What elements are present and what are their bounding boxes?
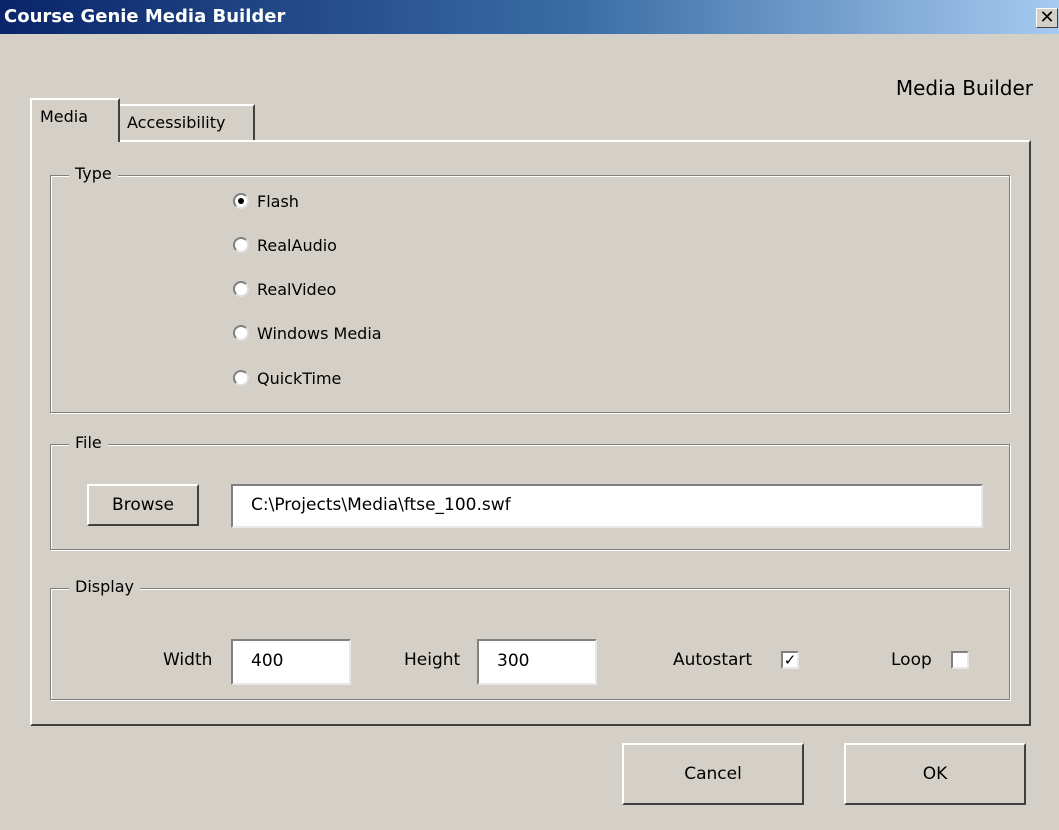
height-value: 300 xyxy=(497,651,530,671)
browse-button[interactable]: Browse xyxy=(87,484,199,526)
cancel-button-label: Cancel xyxy=(684,764,742,784)
radio-button-icon xyxy=(233,281,249,297)
radio-button-icon xyxy=(233,325,249,341)
autostart-label: Autostart xyxy=(673,650,753,670)
close-button[interactable]: ✕ xyxy=(1036,8,1058,28)
width-label: Width xyxy=(163,650,213,670)
autostart-checkbox[interactable]: ✓ xyxy=(781,651,799,669)
type-group-legend: Type xyxy=(69,164,118,183)
ok-button[interactable]: OK xyxy=(844,743,1026,805)
file-group: File Browse C:\Projects\Media\ftse_100.s… xyxy=(50,433,1010,550)
tab-media-label: Media xyxy=(40,107,89,126)
file-path-value: C:\Projects\Media\ftse_100.swf xyxy=(251,495,511,515)
radio-flash-label: Flash xyxy=(257,191,299,211)
radio-button-icon xyxy=(233,193,249,209)
radio-realaudio[interactable]: RealAudio xyxy=(233,233,337,257)
radio-windows-media[interactable]: Windows Media xyxy=(233,321,382,345)
display-group-legend: Display xyxy=(69,577,140,596)
radio-quicktime-label: QuickTime xyxy=(257,368,342,388)
radio-button-icon xyxy=(233,370,249,386)
width-input[interactable]: 400 xyxy=(231,639,351,685)
browse-button-label: Browse xyxy=(112,495,174,515)
title-bar[interactable]: Course Genie Media Builder ✕ xyxy=(0,0,1059,34)
tab-accessibility[interactable]: Accessibility xyxy=(117,104,255,142)
loop-checkbox[interactable] xyxy=(951,651,969,669)
height-label: Height xyxy=(404,650,461,670)
radio-realaudio-label: RealAudio xyxy=(257,235,337,255)
type-group: Type Flash RealAudio RealVideo Windows M… xyxy=(50,164,1010,413)
width-value: 400 xyxy=(251,651,284,671)
media-panel: Type Flash RealAudio RealVideo Windows M… xyxy=(30,140,1031,726)
display-group: Display Width 400 Height 300 Autostart ✓… xyxy=(50,577,1010,700)
check-mark-icon: ✓ xyxy=(783,651,797,669)
radio-realvideo-label: RealVideo xyxy=(257,279,337,299)
tab-media[interactable]: Media xyxy=(30,98,120,142)
radio-realvideo[interactable]: RealVideo xyxy=(233,277,336,301)
file-group-legend: File xyxy=(69,433,108,452)
radio-quicktime[interactable]: QuickTime xyxy=(233,366,341,390)
radio-flash[interactable]: Flash xyxy=(233,189,299,213)
ok-button-label: OK xyxy=(922,764,948,784)
loop-label: Loop xyxy=(891,650,932,670)
tab-accessibility-label: Accessibility xyxy=(127,113,226,132)
cancel-button[interactable]: Cancel xyxy=(622,743,804,805)
height-input[interactable]: 300 xyxy=(477,639,597,685)
header-label: Media Builder xyxy=(895,76,1033,100)
window-title: Course Genie Media Builder xyxy=(4,6,286,27)
file-path-input[interactable]: C:\Projects\Media\ftse_100.swf xyxy=(231,484,983,528)
radio-windows-media-label: Windows Media xyxy=(257,323,382,343)
close-icon: ✕ xyxy=(1039,7,1055,28)
radio-button-icon xyxy=(233,237,249,253)
